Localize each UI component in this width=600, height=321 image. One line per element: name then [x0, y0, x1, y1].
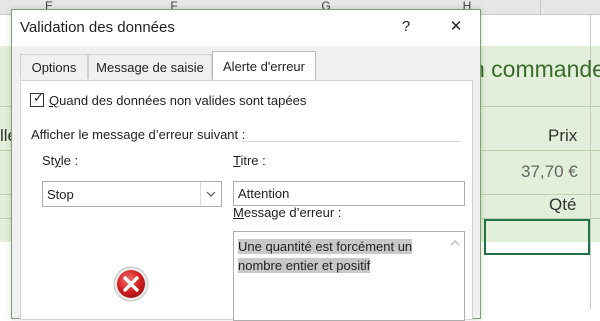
dialog-title: Validation des données: [20, 19, 175, 36]
error-message-line-1: Une quantité est forcément un: [238, 239, 413, 254]
scroll-up-arrow-icon[interactable]: [448, 236, 462, 248]
price-header: Prix: [548, 126, 578, 145]
stop-error-icon: [113, 266, 149, 302]
sheet-title-fragment: n commande: [472, 56, 600, 82]
tab-alerte-erreur[interactable]: Alerte d'erreur: [212, 51, 316, 81]
style-label: Style :: [42, 153, 79, 168]
chevron-down-icon[interactable]: [200, 182, 221, 206]
close-button[interactable]: ✕: [444, 16, 468, 38]
title-input[interactable]: [233, 181, 465, 206]
help-button[interactable]: ?: [396, 16, 416, 38]
error-message-label: Message d’erreur :: [233, 205, 342, 220]
style-select[interactable]: Stop: [42, 181, 222, 207]
column-header-i[interactable]: [532, 0, 600, 15]
error-message-line-2: nombre entier et positif: [238, 258, 371, 273]
style-select-value: Stop: [47, 187, 74, 202]
show-error-alert-label[interactable]: Quand des données non valides sont tapée…: [49, 93, 306, 108]
section-label: Afficher le message d’erreur suivant :: [31, 127, 246, 142]
section-divider: [238, 141, 461, 142]
error-message-text: Une quantité est forcément un nombre ent…: [238, 237, 438, 275]
tab-options[interactable]: Options: [20, 54, 88, 79]
price-value[interactable]: 37,70 €: [521, 162, 578, 182]
quantity-header: Qté: [549, 195, 577, 214]
data-validation-dialog: Validation des données ? ✕ Options Messa…: [11, 9, 481, 321]
show-error-alert-checkbox[interactable]: ✓: [30, 90, 44, 107]
error-message-textarea[interactable]: Une quantité est forcément un nombre ent…: [233, 231, 465, 321]
checkmark-icon: ✓: [33, 90, 44, 105]
title-label: Titre :: [233, 153, 266, 168]
tab-message-de-saisie[interactable]: Message de saisie: [88, 54, 212, 79]
selected-cell[interactable]: [484, 219, 590, 255]
dialog-titlebar[interactable]: Validation des données ? ✕: [12, 10, 480, 46]
